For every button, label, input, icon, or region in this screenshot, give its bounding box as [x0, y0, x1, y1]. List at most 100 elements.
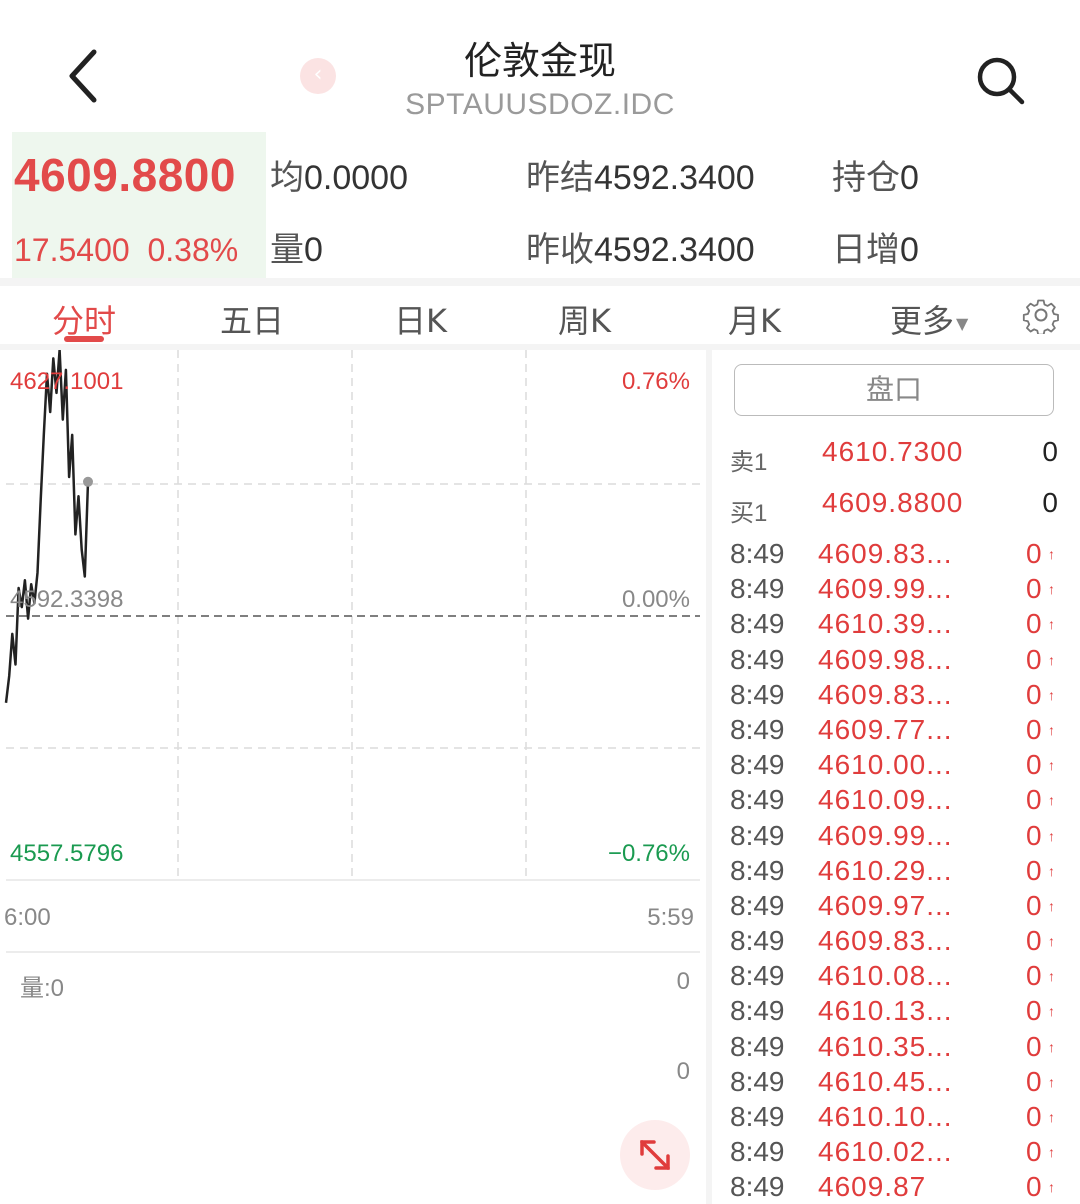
tick-row: 8:49 4609.83... 0 ↑	[712, 538, 1080, 573]
tab-more[interactable]: 更多 ▼	[890, 296, 968, 342]
intraday-chart[interactable]: 4627.1001 0.76% 4592.3398 0.00% 4557.579…	[0, 350, 708, 1204]
daily-increase-stat: 日增0	[832, 222, 919, 271]
up-arrow-icon: ↑	[1048, 546, 1055, 562]
back-button[interactable]	[62, 46, 112, 106]
tab-daily-k[interactable]: 日K	[394, 296, 447, 342]
tick-price: 4609.99...	[818, 819, 953, 851]
last-price-dot	[83, 476, 93, 487]
tick-row: 8:49 4610.00... 0 ↑	[712, 749, 1080, 784]
sell1-volume: 0	[1042, 436, 1058, 467]
up-arrow-icon: ↑	[1048, 827, 1055, 844]
tick-time: 8:49	[730, 1030, 785, 1062]
tick-row: 8:49 4609.83... 0 ↑	[712, 679, 1080, 714]
tab-more-label: 更多	[890, 302, 955, 340]
tick-volume: 0	[1026, 1171, 1042, 1203]
tick-time: 8:49	[730, 784, 785, 816]
open-interest-label: 持仓	[832, 159, 900, 197]
prev-settle-stat: 昨结4592.3400	[526, 150, 755, 199]
avg-value: 0.0000	[304, 159, 408, 197]
axis-time-end: 5:59	[647, 904, 694, 931]
fullscreen-button[interactable]	[620, 1120, 690, 1190]
last-price: 4609.8800	[14, 149, 236, 201]
tick-volume: 0	[1026, 1065, 1042, 1097]
price-chart-svg	[4, 350, 700, 953]
up-arrow-icon: ↑	[1048, 1073, 1055, 1090]
tick-row: 8:49 4610.39... 0 ↑	[712, 608, 1080, 643]
tick-volume: 0	[1026, 819, 1042, 851]
prev-settle-value: 4592.3400	[594, 159, 755, 197]
page-title: 伦敦金现	[463, 39, 616, 83]
tick-row: 8:49 4610.29... 0 ↑	[712, 855, 1080, 890]
tick-time: 8:49	[730, 608, 785, 640]
avg-stat: 均0.0000	[270, 150, 408, 199]
axis-high-price: 4627.1001	[10, 368, 124, 395]
tick-price: 4609.83...	[818, 538, 953, 569]
tick-volume: 0	[1026, 573, 1042, 605]
open-interest-stat: 持仓0	[832, 150, 919, 199]
up-arrow-icon: ↑	[1048, 1109, 1055, 1125]
price-change: 17.5400 0.38%	[14, 232, 238, 269]
chevron-left-icon	[69, 49, 97, 103]
tick-time: 8:49	[730, 573, 785, 605]
up-arrow-icon: ↑	[1048, 1144, 1055, 1161]
prev-instrument-button[interactable]: ‹	[300, 58, 336, 94]
change-percent: 0.38%	[147, 232, 239, 268]
price-box: 4609.8800 17.5400 0.38%	[12, 132, 266, 278]
axis-mid-percent: 0.00%	[621, 586, 690, 613]
tick-row: 8:49 4610.08... 0 ↑	[712, 960, 1080, 995]
buy1-price: 4609.8800	[822, 487, 964, 518]
search-button[interactable]	[970, 50, 1030, 110]
up-arrow-icon: ↑	[1048, 616, 1055, 633]
up-arrow-icon: ↑	[1048, 1003, 1055, 1020]
tick-time: 8:49	[730, 925, 785, 957]
tick-price: 4609.77...	[818, 713, 953, 745]
tick-volume: 0	[1026, 925, 1042, 957]
tick-time: 8:49	[730, 538, 785, 569]
tick-list[interactable]: 8:49 4609.83... 0 ↑ 8:49 4609.99... 0 ↑ 8:49 4610…	[712, 520, 1080, 1204]
volume-stat: 量0	[270, 222, 323, 271]
up-arrow-icon: ↑	[1048, 862, 1055, 879]
tick-time: 8:49	[730, 678, 785, 710]
tick-row: 8:49 4609.98... 0 ↑	[712, 644, 1080, 679]
order-book-button[interactable]: 盘口	[734, 364, 1054, 416]
tick-time: 8:49	[730, 889, 785, 921]
tick-row: 8:49 4609.87 0 ↑	[712, 1171, 1080, 1204]
daily-increase-label: 日增	[832, 231, 900, 269]
prev-close-stat: 昨收4592.3400	[526, 222, 755, 271]
volume-label: 量	[270, 231, 304, 269]
daily-increase-value: 0	[900, 231, 919, 269]
volume-axis-bottom: 0	[676, 1058, 690, 1085]
tick-volume: 0	[1026, 713, 1042, 745]
tab-five-day[interactable]: 五日	[220, 296, 284, 342]
top-bar: ‹ 伦敦金现 SPTAUUSDOZ.IDC	[0, 0, 1080, 130]
up-arrow-icon: ↑	[1048, 1038, 1055, 1055]
tick-price: 4610.09...	[818, 784, 953, 816]
up-arrow-icon: ↑	[1048, 721, 1055, 738]
tick-price: 4610.45...	[818, 1065, 953, 1097]
tick-row: 8:49 4609.99... 0 ↑	[712, 573, 1080, 608]
tick-volume: 0	[1026, 889, 1042, 921]
tick-time: 8:49	[730, 1101, 785, 1132]
tick-volume: 0	[1026, 960, 1042, 992]
tick-volume: 0	[1026, 995, 1042, 1027]
volume-axis-top: 0	[676, 968, 690, 995]
tick-row: 8:49 4609.99... 0 ↑	[712, 820, 1080, 855]
prev-settle-label: 昨结	[526, 159, 594, 197]
prev-close-label: 昨收	[526, 231, 594, 269]
tick-volume: 0	[1026, 1030, 1042, 1062]
tick-price: 4609.98...	[818, 643, 953, 675]
tick-price: 4609.99...	[818, 573, 953, 605]
tick-price: 4610.29...	[818, 854, 953, 886]
tab-monthly-k[interactable]: 月K	[728, 296, 781, 342]
tick-row: 8:49 4610.10... 0 ↑	[712, 1101, 1080, 1136]
tick-row: 8:49 4609.83... 0 ↑	[712, 925, 1080, 960]
tab-weekly-k[interactable]: 周K	[558, 296, 611, 342]
axis-time-start: 6:00	[4, 904, 51, 931]
quote-panel: 4609.8800 17.5400 0.38% 均0.0000 昨结4592.3…	[0, 130, 1080, 280]
tick-volume: 0	[1026, 854, 1042, 886]
tick-price: 4610.02...	[818, 1136, 953, 1168]
tick-volume: 0	[1026, 678, 1042, 710]
settings-button[interactable]	[1022, 296, 1060, 336]
up-arrow-icon: ↑	[1048, 581, 1055, 598]
tick-time: 8:49	[730, 819, 785, 851]
